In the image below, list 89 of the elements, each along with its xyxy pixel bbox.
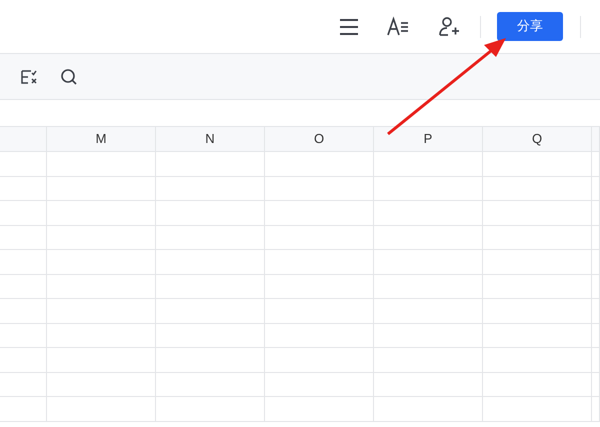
table-cell[interactable] [374, 201, 483, 226]
table-cell[interactable] [374, 348, 483, 372]
table-cell[interactable] [156, 250, 265, 274]
table-cell[interactable] [592, 372, 600, 397]
table-cell[interactable] [0, 250, 47, 274]
table-cell[interactable] [483, 299, 592, 324]
table-cell[interactable] [265, 274, 374, 299]
table-cell[interactable] [374, 152, 483, 176]
table-cell[interactable] [265, 299, 374, 324]
table-cell[interactable] [47, 176, 156, 201]
share-button[interactable]: 分享 [497, 12, 563, 41]
table-cell[interactable] [47, 201, 156, 226]
table-cell[interactable] [592, 299, 600, 324]
table-cell[interactable] [483, 274, 592, 299]
table-cell[interactable] [156, 324, 265, 348]
table-cell[interactable] [374, 226, 483, 250]
table-cell[interactable] [592, 274, 600, 299]
table-cell[interactable] [483, 226, 592, 250]
table-cell[interactable] [265, 201, 374, 226]
table-cell[interactable] [47, 299, 156, 324]
table-cell[interactable] [0, 324, 47, 348]
table-cell[interactable] [374, 372, 483, 397]
table-cell[interactable] [265, 348, 374, 372]
table-cell[interactable] [156, 226, 265, 250]
table-cell[interactable] [0, 176, 47, 201]
table-cell[interactable] [592, 176, 600, 201]
table-cell[interactable] [47, 324, 156, 348]
table-cell[interactable] [265, 152, 374, 176]
table-cell[interactable] [47, 226, 156, 250]
column-header[interactable]: Q [483, 127, 592, 152]
table-cell[interactable] [0, 299, 47, 324]
table-cell[interactable] [374, 397, 483, 422]
table-cell[interactable] [483, 348, 592, 372]
table-cell[interactable] [156, 152, 265, 176]
table-cell[interactable] [374, 324, 483, 348]
table-cell[interactable] [592, 152, 600, 176]
table-cell[interactable] [592, 397, 600, 422]
table-cell[interactable] [156, 372, 265, 397]
column-header[interactable]: O [265, 127, 374, 152]
table-cell[interactable] [47, 397, 156, 422]
table-cell[interactable] [156, 348, 265, 372]
table-cell[interactable] [47, 250, 156, 274]
table-cell[interactable] [265, 397, 374, 422]
table-cell[interactable] [47, 152, 156, 176]
text-format-icon[interactable] [387, 16, 409, 38]
table-cell[interactable] [156, 176, 265, 201]
table-cell[interactable] [374, 299, 483, 324]
table-cell[interactable] [592, 250, 600, 274]
column-header[interactable]: N [156, 127, 265, 152]
search-icon[interactable] [60, 68, 78, 86]
add-user-icon[interactable] [438, 16, 460, 38]
table-cell[interactable] [374, 250, 483, 274]
table-cell[interactable] [0, 201, 47, 226]
table-cell[interactable] [47, 274, 156, 299]
table-cell[interactable] [483, 372, 592, 397]
table-cell[interactable] [265, 372, 374, 397]
table-cell[interactable] [265, 226, 374, 250]
table-cell[interactable] [0, 348, 47, 372]
table-cell[interactable] [0, 397, 47, 422]
table-cell[interactable] [0, 226, 47, 250]
column-header[interactable]: M [47, 127, 156, 152]
column-header[interactable]: P [374, 127, 483, 152]
table-cell[interactable] [156, 397, 265, 422]
table-cell[interactable] [0, 274, 47, 299]
table-cell[interactable] [156, 299, 265, 324]
table-cell[interactable] [47, 372, 156, 397]
table-cell[interactable] [265, 324, 374, 348]
table-cell[interactable] [592, 226, 600, 250]
table-cell[interactable] [483, 250, 592, 274]
table-cell[interactable] [265, 176, 374, 201]
table-cell[interactable] [483, 397, 592, 422]
table-cell[interactable] [374, 274, 483, 299]
table-cell[interactable] [265, 250, 374, 274]
table-cell[interactable] [592, 348, 600, 372]
table-cell[interactable] [483, 176, 592, 201]
table-cell[interactable] [156, 274, 265, 299]
table-cell[interactable] [0, 152, 47, 176]
table-cell[interactable] [0, 372, 47, 397]
table-cell[interactable] [47, 348, 156, 372]
header-corner [592, 127, 600, 152]
table-cell[interactable] [483, 324, 592, 348]
table-cell[interactable] [156, 201, 265, 226]
clear-format-icon[interactable] [20, 68, 38, 86]
table-cell[interactable] [374, 176, 483, 201]
table-cell[interactable] [483, 201, 592, 226]
table-cell[interactable] [483, 152, 592, 176]
table-cell[interactable] [592, 201, 600, 226]
header-corner [0, 127, 47, 152]
table-cell[interactable] [592, 324, 600, 348]
